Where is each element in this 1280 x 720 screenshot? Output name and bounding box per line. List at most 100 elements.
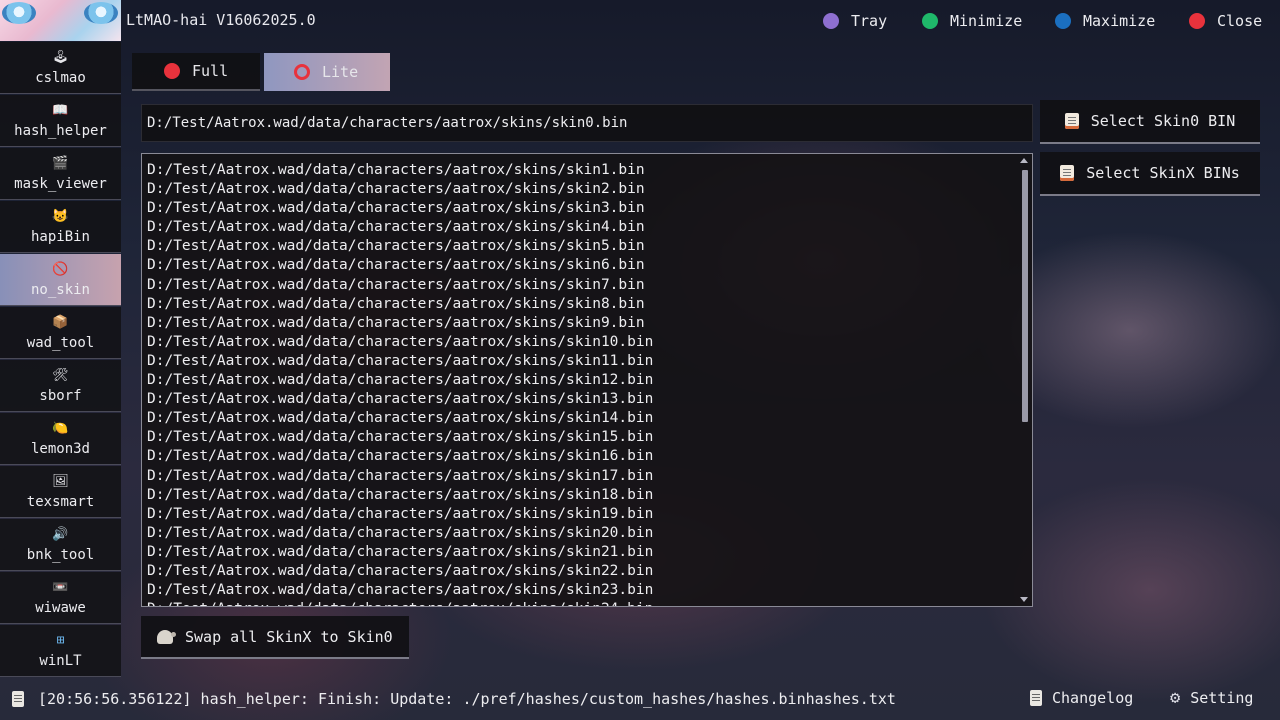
skinx-path-line: D:/Test/Aatrox.wad/data/characters/aatro…: [147, 219, 645, 236]
sidebar-item-label: hash_helper: [14, 122, 107, 139]
joystick-icon: 🕹: [52, 49, 69, 65]
setting-button[interactable]: ⚙ Setting: [1170, 689, 1253, 707]
setting-label: Setting: [1190, 689, 1254, 707]
sidebar-item-sborf[interactable]: 🛠 sborf: [0, 360, 121, 412]
clapper-icon: 🎬: [52, 155, 69, 171]
tools-icon: 🛠: [52, 367, 69, 383]
sidebar-item-hapibin[interactable]: 😺 hapiBin: [0, 201, 121, 253]
sidebar-item-label: texsmart: [26, 493, 95, 510]
sidebar-item-bnk-tool[interactable]: 🔊 bnk_tool: [0, 519, 121, 571]
app-avatar: [0, 0, 121, 41]
select-skinx-label: Select SkinX BINs: [1086, 164, 1240, 182]
skinx-path-line: D:/Test/Aatrox.wad/data/characters/aatro…: [147, 238, 645, 255]
sidebar-item-lemon3d[interactable]: 🍋 lemon3d: [0, 413, 121, 465]
picture-icon: 🖼: [52, 473, 69, 489]
gear-icon: ⚙: [1170, 688, 1181, 708]
tool-sidebar: 🕹 cslmao 📖 hash_helper 🎬 mask_viewer 😺 h…: [0, 42, 121, 677]
select-skin0-label: Select Skin0 BIN: [1090, 112, 1236, 130]
tray-label: Tray: [851, 12, 888, 30]
changelog-icon: [1030, 690, 1042, 706]
sidebar-item-wad-tool[interactable]: 📦 wad_tool: [0, 307, 121, 359]
mode-lite-label: Lite: [322, 63, 359, 81]
skinx-path-line: D:/Test/Aatrox.wad/data/characters/aatro…: [147, 333, 654, 350]
sidebar-item-winlt[interactable]: ⊞ winLT: [0, 625, 121, 677]
skinx-path-line: D:/Test/Aatrox.wad/data/characters/aatro…: [147, 295, 645, 312]
package-icon: 📦: [52, 314, 69, 330]
scroll-down-arrow-icon[interactable]: [1020, 597, 1028, 602]
close-dot-icon: [1189, 13, 1205, 29]
skinx-path-line: D:/Test/Aatrox.wad/data/characters/aatro…: [147, 391, 654, 408]
skinx-path-line: D:/Test/Aatrox.wad/data/characters/aatro…: [147, 543, 654, 560]
sidebar-item-label: cslmao: [35, 69, 86, 86]
skinx-path-line: D:/Test/Aatrox.wad/data/characters/aatro…: [147, 562, 654, 579]
skinx-path-line: D:/Test/Aatrox.wad/data/characters/aatro…: [147, 410, 654, 427]
memo-icon: [1060, 165, 1075, 181]
windows-icon: ⊞: [56, 632, 65, 648]
sidebar-item-hash-helper[interactable]: 📖 hash_helper: [0, 95, 121, 147]
swap-skins-button[interactable]: Swap all SkinX to Skin0: [141, 616, 409, 659]
sidebar-item-label: sborf: [39, 387, 82, 404]
no-entry-icon: 🚫: [52, 261, 69, 277]
sidebar-item-no-skin[interactable]: 🚫 no_skin: [0, 254, 121, 306]
minimize-button[interactable]: Minimize: [922, 11, 1022, 31]
skinx-path-line: D:/Test/Aatrox.wad/data/characters/aatro…: [147, 257, 645, 274]
tray-button[interactable]: Tray: [823, 11, 887, 31]
sidebar-item-label: bnk_tool: [26, 546, 95, 563]
skinx-path-line: D:/Test/Aatrox.wad/data/characters/aatro…: [147, 372, 654, 389]
radio-filled-icon: [164, 63, 180, 79]
book-icon: 📖: [52, 102, 69, 118]
mode-full-button[interactable]: Full: [132, 53, 260, 91]
skinx-path-line: D:/Test/Aatrox.wad/data/characters/aatro…: [147, 505, 654, 522]
cat-face-icon: 😺: [52, 208, 69, 224]
minimize-label: Minimize: [950, 12, 1023, 30]
mode-full-label: Full: [192, 62, 229, 80]
skinx-path-line: D:/Test/Aatrox.wad/data/characters/aatro…: [147, 181, 645, 198]
sidebar-item-label: hapiBin: [30, 228, 90, 245]
select-skinx-button[interactable]: Select SkinX BINs: [1040, 152, 1260, 196]
tray-dot-icon: [823, 13, 839, 29]
sidebar-item-label: winLT: [39, 652, 82, 669]
lemon-icon: 🍋: [52, 420, 69, 436]
sidebar-item-label: lemon3d: [30, 440, 90, 457]
sidebar-item-cslmao[interactable]: 🕹 cslmao: [0, 42, 121, 94]
changelog-label: Changelog: [1052, 689, 1134, 707]
memo-icon: [1064, 113, 1079, 129]
close-button[interactable]: Close: [1189, 11, 1262, 31]
video-tape-icon: 📼: [52, 579, 69, 595]
skin0-path-input[interactable]: [141, 104, 1033, 142]
sidebar-item-texsmart[interactable]: 🖼 texsmart: [0, 466, 121, 518]
skinx-path-line: D:/Test/Aatrox.wad/data/characters/aatro…: [147, 200, 645, 217]
sidebar-item-label: mask_viewer: [14, 175, 107, 192]
sidebar-item-mask-viewer[interactable]: 🎬 mask_viewer: [0, 148, 121, 200]
skinx-path-line: D:/Test/Aatrox.wad/data/characters/aatro…: [147, 467, 654, 484]
changelog-button[interactable]: Changelog: [1030, 689, 1133, 707]
skinx-paths-textbox[interactable]: D:/Test/Aatrox.wad/data/characters/aatro…: [141, 153, 1033, 607]
skinx-path-line: D:/Test/Aatrox.wad/data/characters/aatro…: [147, 582, 654, 599]
mode-lite-button[interactable]: Lite: [264, 53, 390, 91]
radio-ring-icon: [294, 64, 310, 80]
scrollbar-thumb[interactable]: [1022, 170, 1028, 422]
sidebar-item-label: wad_tool: [26, 334, 95, 351]
swap-skins-label: Swap all SkinX to Skin0: [185, 627, 393, 646]
maximize-label: Maximize: [1083, 12, 1156, 30]
select-skin0-button[interactable]: Select Skin0 BIN: [1040, 100, 1260, 144]
maximize-button[interactable]: Maximize: [1055, 11, 1155, 31]
skinx-path-list: D:/Test/Aatrox.wad/data/characters/aatro…: [147, 161, 1012, 606]
speaker-icon: 🔊: [52, 526, 69, 542]
sidebar-item-label: wiwawe: [35, 599, 86, 616]
status-log-text: [20:56:56.356122] hash_helper: Finish: U…: [38, 690, 896, 708]
close-label: Close: [1217, 12, 1263, 30]
minimize-dot-icon: [922, 13, 938, 29]
skinx-path-line: D:/Test/Aatrox.wad/data/characters/aatro…: [147, 486, 654, 503]
skinx-path-line: D:/Test/Aatrox.wad/data/characters/aatro…: [147, 429, 654, 446]
snail-icon: [157, 629, 176, 644]
scrollbar[interactable]: [1022, 160, 1028, 600]
skinx-path-line: D:/Test/Aatrox.wad/data/characters/aatro…: [147, 600, 1012, 606]
skinx-path-line: D:/Test/Aatrox.wad/data/characters/aatro…: [147, 276, 645, 293]
skinx-path-line: D:/Test/Aatrox.wad/data/characters/aatro…: [147, 448, 654, 465]
maximize-dot-icon: [1055, 13, 1071, 29]
skinx-path-line: D:/Test/Aatrox.wad/data/characters/aatro…: [147, 314, 645, 331]
skinx-path-line: D:/Test/Aatrox.wad/data/characters/aatro…: [147, 524, 654, 541]
sidebar-item-label: no_skin: [30, 281, 90, 298]
sidebar-item-wiwawe[interactable]: 📼 wiwawe: [0, 572, 121, 624]
